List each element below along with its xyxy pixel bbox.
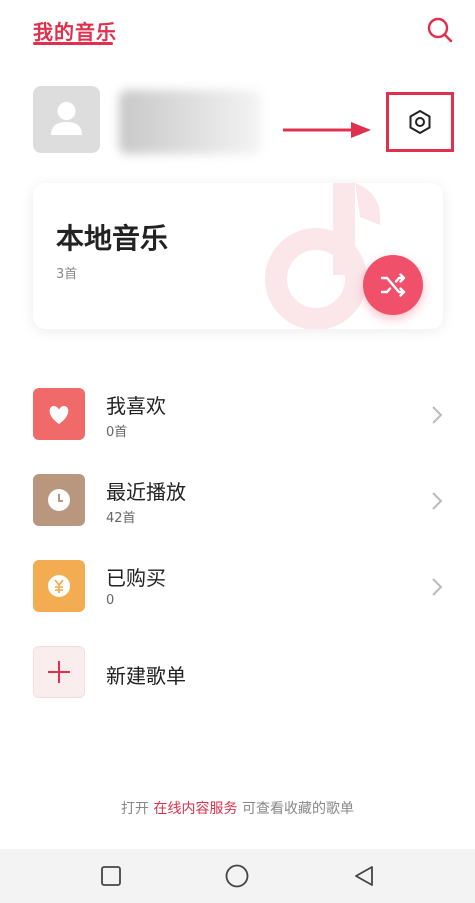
home-icon[interactable] xyxy=(225,864,249,888)
chevron-right-icon xyxy=(432,578,443,596)
list-item-count: 0首 xyxy=(106,425,128,440)
recent-apps-icon[interactable] xyxy=(101,866,121,886)
yen-coin-icon xyxy=(48,575,70,597)
online-service-link[interactable]: 在线内容服务 xyxy=(154,801,238,817)
annotation-arrow-icon xyxy=(283,122,371,138)
search-button[interactable] xyxy=(424,14,456,46)
tab-my-music[interactable]: 我的音乐 xyxy=(33,16,117,45)
clock-icon xyxy=(48,489,70,511)
shuffle-play-button[interactable] xyxy=(363,255,423,315)
app-header: 我的音乐 xyxy=(0,0,475,58)
purchased-icon-tile xyxy=(33,560,85,612)
list-item-count: 42首 xyxy=(106,511,136,526)
annotation-highlight-box xyxy=(386,92,454,152)
local-music-card[interactable]: 本地音乐 3首 xyxy=(33,183,443,329)
new-playlist-icon-tile xyxy=(33,646,85,698)
new-playlist-label: 新建歌单 xyxy=(106,664,186,688)
hint-prefix: 打开 xyxy=(121,801,154,817)
chevron-right-icon xyxy=(432,492,443,510)
user-icon xyxy=(51,102,82,135)
new-playlist-button[interactable]: 新建歌单 xyxy=(33,646,453,706)
shuffle-icon xyxy=(380,273,406,297)
tab-underline xyxy=(33,42,113,45)
list-item-recent[interactable]: 最近播放 42首 xyxy=(33,474,453,534)
search-icon xyxy=(427,17,453,43)
list-item-favorites[interactable]: 我喜欢 0首 xyxy=(33,388,453,448)
list-item-count: 0 xyxy=(106,593,115,608)
settings-button[interactable] xyxy=(402,104,438,140)
local-music-count: 3首 xyxy=(56,267,78,282)
online-service-hint: 打开 在线内容服务 可查看收藏的歌单 xyxy=(0,798,475,818)
hint-suffix: 可查看收藏的歌单 xyxy=(237,801,354,817)
list-item-label: 已购买 xyxy=(106,566,166,590)
hexagon-settings-icon xyxy=(409,109,431,135)
avatar[interactable] xyxy=(33,86,100,153)
heart-icon xyxy=(49,406,69,424)
list-item-label: 我喜欢 xyxy=(106,394,166,418)
back-icon[interactable] xyxy=(354,865,374,887)
list-item-purchased[interactable]: 已购买 0 xyxy=(33,560,453,620)
plus-icon xyxy=(48,661,70,683)
system-nav-bar xyxy=(0,849,475,903)
blurred-username[interactable] xyxy=(119,90,261,154)
chevron-right-icon xyxy=(432,406,443,424)
local-music-title: 本地音乐 xyxy=(56,222,169,255)
list-item-label: 最近播放 xyxy=(106,480,186,504)
recent-icon-tile xyxy=(33,474,85,526)
favorites-icon-tile xyxy=(33,388,85,440)
